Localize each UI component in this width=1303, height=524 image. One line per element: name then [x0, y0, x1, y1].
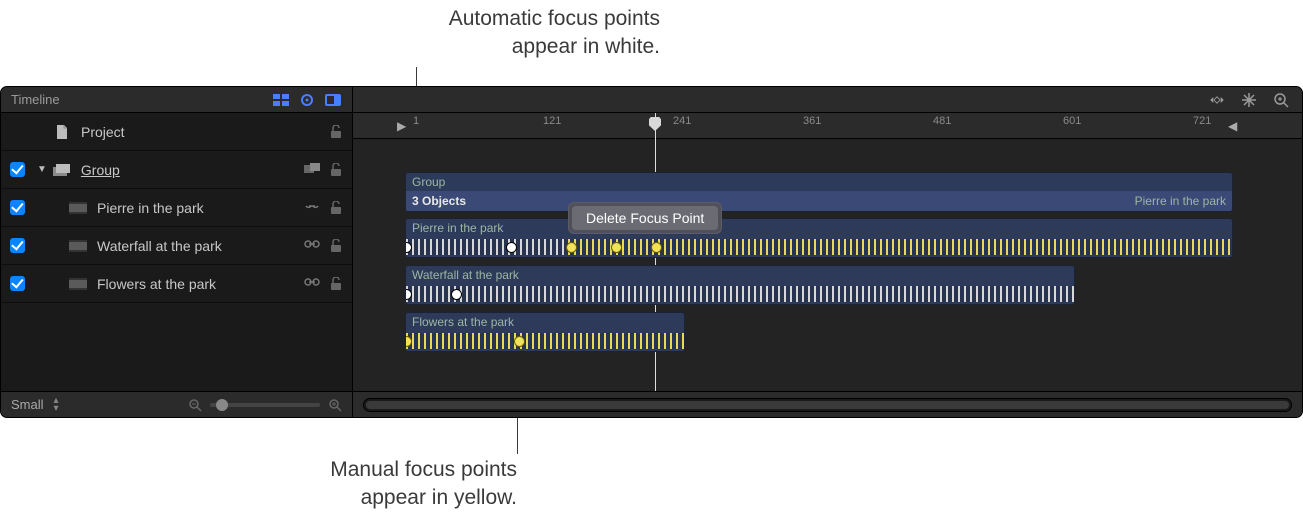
snapping-icon[interactable] — [1240, 91, 1258, 109]
lock-icon[interactable] — [330, 201, 342, 215]
focus-point-auto[interactable] — [451, 289, 462, 300]
timeline-footer: Small ▴ ▾ — [1, 391, 1302, 417]
visibility-checkbox[interactable] — [10, 238, 25, 253]
layer-row-group[interactable]: ▼ Group — [1, 151, 352, 189]
size-label: Small — [11, 397, 44, 412]
timeline-header: Timeline — [1, 87, 1302, 113]
ruler-tick: 1 — [413, 115, 419, 127]
layer-label: Group — [81, 162, 304, 178]
render-icon[interactable] — [272, 91, 290, 109]
visibility-checkbox[interactable] — [10, 200, 25, 215]
ruler-tick: 601 — [1063, 115, 1081, 127]
size-stepper[interactable]: ▴ ▾ — [54, 398, 59, 411]
visibility-checkbox[interactable] — [10, 276, 25, 291]
focus-point-manual[interactable] — [611, 242, 622, 253]
objects-count-label: 3 Objects — [412, 194, 466, 208]
ruler-tick: 121 — [543, 115, 561, 127]
menu-item-delete-focus-point[interactable]: Delete Focus Point — [572, 206, 718, 230]
filmstrip-icon — [69, 277, 87, 291]
layer-row-pierre[interactable]: Pierre in the park — [1, 189, 352, 227]
filmstrip-icon — [69, 201, 87, 215]
play-range-start-icon[interactable]: ▶ — [397, 119, 406, 133]
focus-point-manual[interactable] — [514, 336, 525, 347]
timeline-body: Project ▼ Group — [1, 113, 1302, 391]
clip-group[interactable]: Group 3 Objects Pierre in the park — [405, 172, 1233, 212]
lock-icon[interactable] — [330, 239, 342, 253]
layer-row-project[interactable]: Project — [1, 113, 352, 151]
footer-right — [353, 392, 1302, 417]
lock-icon[interactable] — [330, 277, 342, 291]
layer-label: Waterfall at the park — [97, 238, 304, 254]
play-range-end-icon[interactable]: ▶ — [1228, 119, 1237, 133]
zoom-track[interactable] — [210, 403, 320, 407]
ruler-tick: 721 — [1193, 115, 1211, 127]
disclosure-triangle-icon[interactable]: ▼ — [37, 164, 47, 175]
ruler-tick: 361 — [803, 115, 821, 127]
clip-flowers[interactable]: Flowers at the park — [405, 312, 685, 352]
keyframe-nav-icon[interactable] — [1208, 91, 1226, 109]
group-layers-icon — [53, 163, 71, 177]
clip-right-label: Pierre in the park — [1135, 194, 1226, 208]
focus-point-manual[interactable] — [566, 242, 577, 253]
timeline-title: Timeline — [11, 92, 264, 107]
footer-left: Small ▴ ▾ — [1, 392, 353, 417]
lock-icon[interactable] — [330, 163, 342, 177]
layer-row-waterfall[interactable]: Waterfall at the park — [1, 227, 352, 265]
zoom-thumb[interactable] — [216, 399, 228, 411]
link-icon[interactable] — [304, 277, 320, 291]
visibility-checkbox[interactable] — [10, 162, 25, 177]
layer-label: Flowers at the park — [97, 276, 304, 292]
clip-pierre[interactable]: Pierre in the park — [405, 218, 1233, 258]
horizontal-scrollbar[interactable] — [363, 398, 1292, 412]
timeline-window: Timeline — [0, 86, 1303, 418]
sidebar-zoom-slider[interactable] — [69, 398, 342, 412]
filmstrip-icon — [69, 239, 87, 253]
annotation-top: Automatic focus points appear in white. — [200, 5, 660, 62]
timeline-ruler[interactable]: ▶ 1 121 241 361 481 601 721 ▶ — [353, 113, 1302, 139]
zoom-out-icon[interactable] — [188, 398, 202, 412]
ruler-tick: 481 — [933, 115, 951, 127]
layer-sidebar: Project ▼ Group — [1, 113, 353, 391]
layer-label: Project — [81, 124, 330, 140]
timeline-header-right — [353, 87, 1302, 112]
pass-through-icon[interactable] — [304, 163, 320, 177]
panel-icon[interactable] — [324, 91, 342, 109]
layer-list: Project ▼ Group — [1, 113, 352, 391]
ruler-tick: 241 — [673, 115, 691, 127]
context-menu: Delete Focus Point — [568, 202, 722, 234]
zoom-icon[interactable] — [1272, 91, 1290, 109]
clip-label: Waterfall at the park — [406, 266, 1074, 284]
scrollbar-thumb[interactable] — [366, 401, 1289, 409]
clip-label: Pierre in the park — [406, 219, 1232, 237]
layer-label: Pierre in the park — [97, 200, 304, 216]
layer-row-flowers[interactable]: Flowers at the park — [1, 265, 352, 303]
gear-icon[interactable] — [298, 91, 316, 109]
focus-point-manual[interactable] — [651, 242, 662, 253]
timeline-header-left: Timeline — [1, 87, 353, 112]
tracks-container: Group 3 Objects Pierre in the park Pierr… — [353, 140, 1302, 391]
timeline-tracks-area[interactable]: ▶ 1 121 241 361 481 601 721 ▶ Group 3 — [353, 113, 1302, 391]
clip-label: Group — [406, 173, 1232, 191]
lock-icon[interactable] — [330, 125, 342, 139]
clip-waterfall[interactable]: Waterfall at the park — [405, 265, 1075, 305]
link-icon[interactable] — [304, 201, 320, 215]
clip-label: Flowers at the park — [406, 313, 684, 331]
chevron-down-icon: ▾ — [54, 406, 59, 411]
document-icon — [53, 125, 71, 139]
annotation-bottom: Manual focus points appear in yellow. — [97, 456, 517, 513]
link-icon[interactable] — [304, 239, 320, 253]
focus-point-auto[interactable] — [506, 242, 517, 253]
zoom-in-icon[interactable] — [328, 398, 342, 412]
